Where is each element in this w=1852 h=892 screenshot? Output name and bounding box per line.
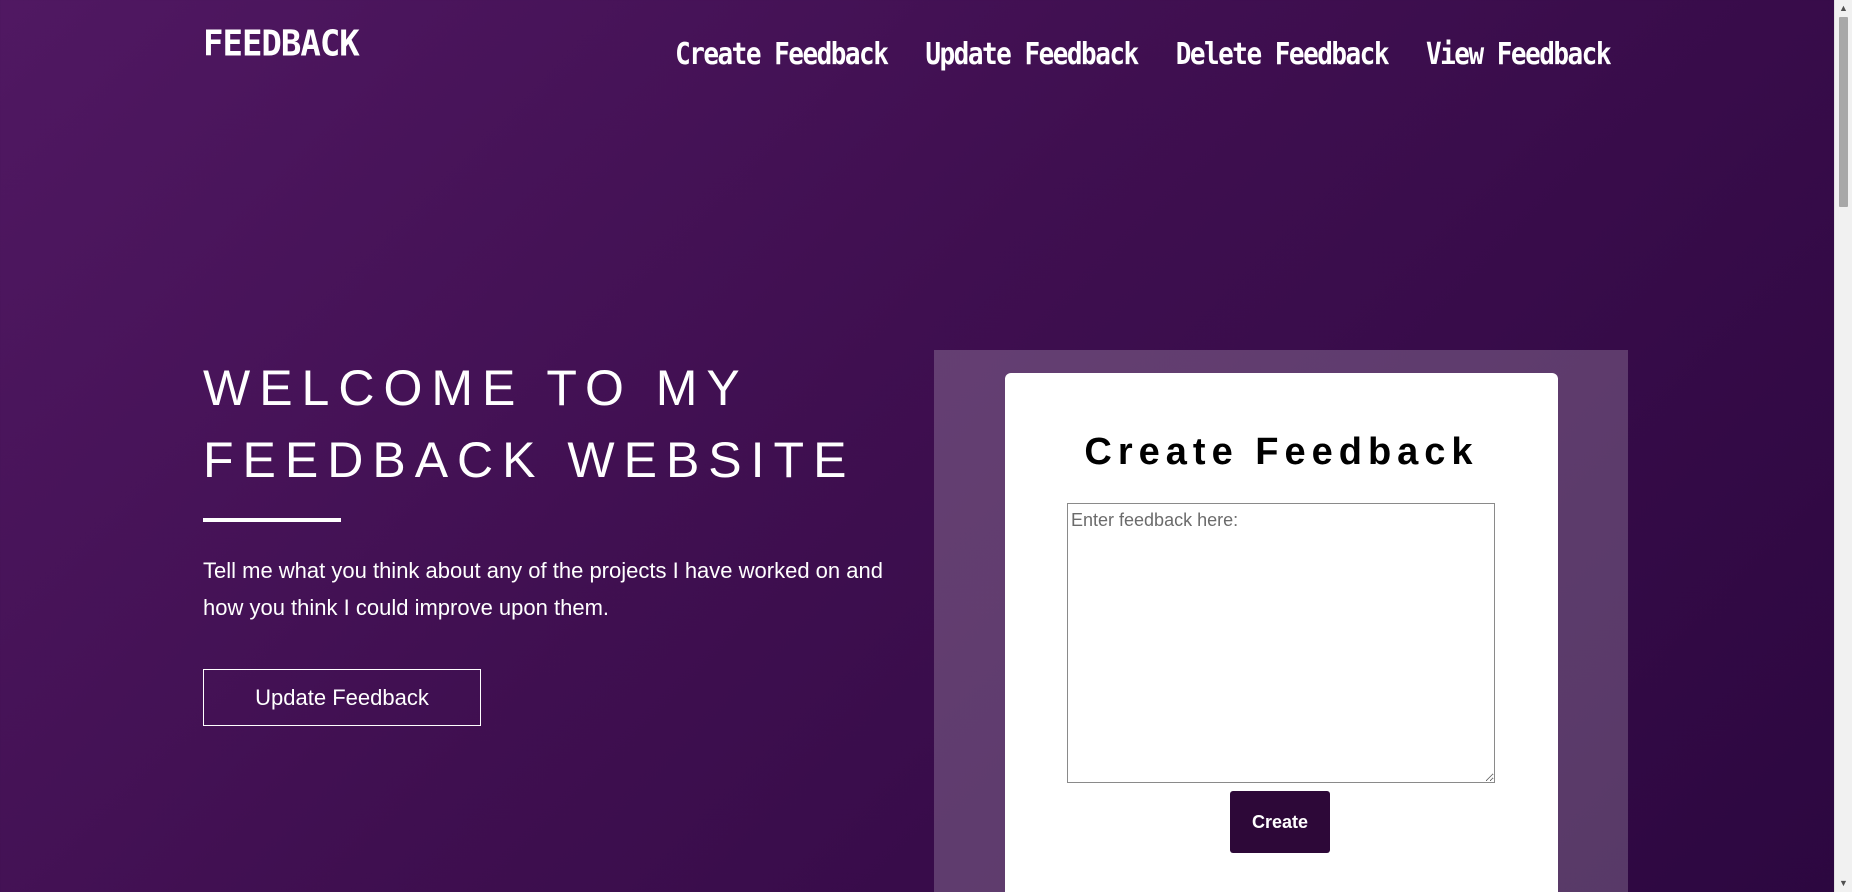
scroll-up-arrow-icon[interactable]: ▲: [1835, 0, 1852, 17]
form-title: Create Feedback: [1084, 431, 1479, 473]
site-logo[interactable]: FEEDBACK: [203, 23, 360, 65]
title-underline: [203, 518, 341, 522]
nav-delete-feedback[interactable]: Delete Feedback: [1176, 38, 1390, 73]
hero-title-line-2: FEEDBACK WEBSITE: [203, 432, 856, 488]
nav-view-feedback[interactable]: View Feedback: [1426, 38, 1612, 73]
nav-create-feedback[interactable]: Create Feedback: [675, 38, 889, 73]
feedback-textarea[interactable]: [1067, 503, 1495, 783]
hero-section: WELCOME TO MY FEEDBACK WEBSITE Tell me w…: [203, 352, 923, 726]
update-feedback-button[interactable]: Update Feedback: [203, 669, 481, 726]
create-feedback-card: Create Feedback Create: [1005, 373, 1558, 892]
nav-update-feedback[interactable]: Update Feedback: [925, 38, 1139, 73]
scrollbar-thumb[interactable]: [1839, 17, 1848, 207]
hero-title: WELCOME TO MY FEEDBACK WEBSITE: [203, 352, 923, 496]
main-nav: Create Feedback Update Feedback Delete F…: [675, 38, 1612, 73]
hero-description: Tell me what you think about any of the …: [203, 558, 883, 620]
page: FEEDBACK Create Feedback Update Feedback…: [0, 0, 1834, 892]
create-button[interactable]: Create: [1230, 791, 1330, 853]
vertical-scrollbar[interactable]: ▲ ▼: [1834, 0, 1852, 892]
scroll-down-arrow-icon[interactable]: ▼: [1835, 875, 1852, 892]
hero-title-line-1: WELCOME TO MY: [203, 360, 749, 416]
form-panel: Create Feedback Create: [934, 350, 1628, 892]
